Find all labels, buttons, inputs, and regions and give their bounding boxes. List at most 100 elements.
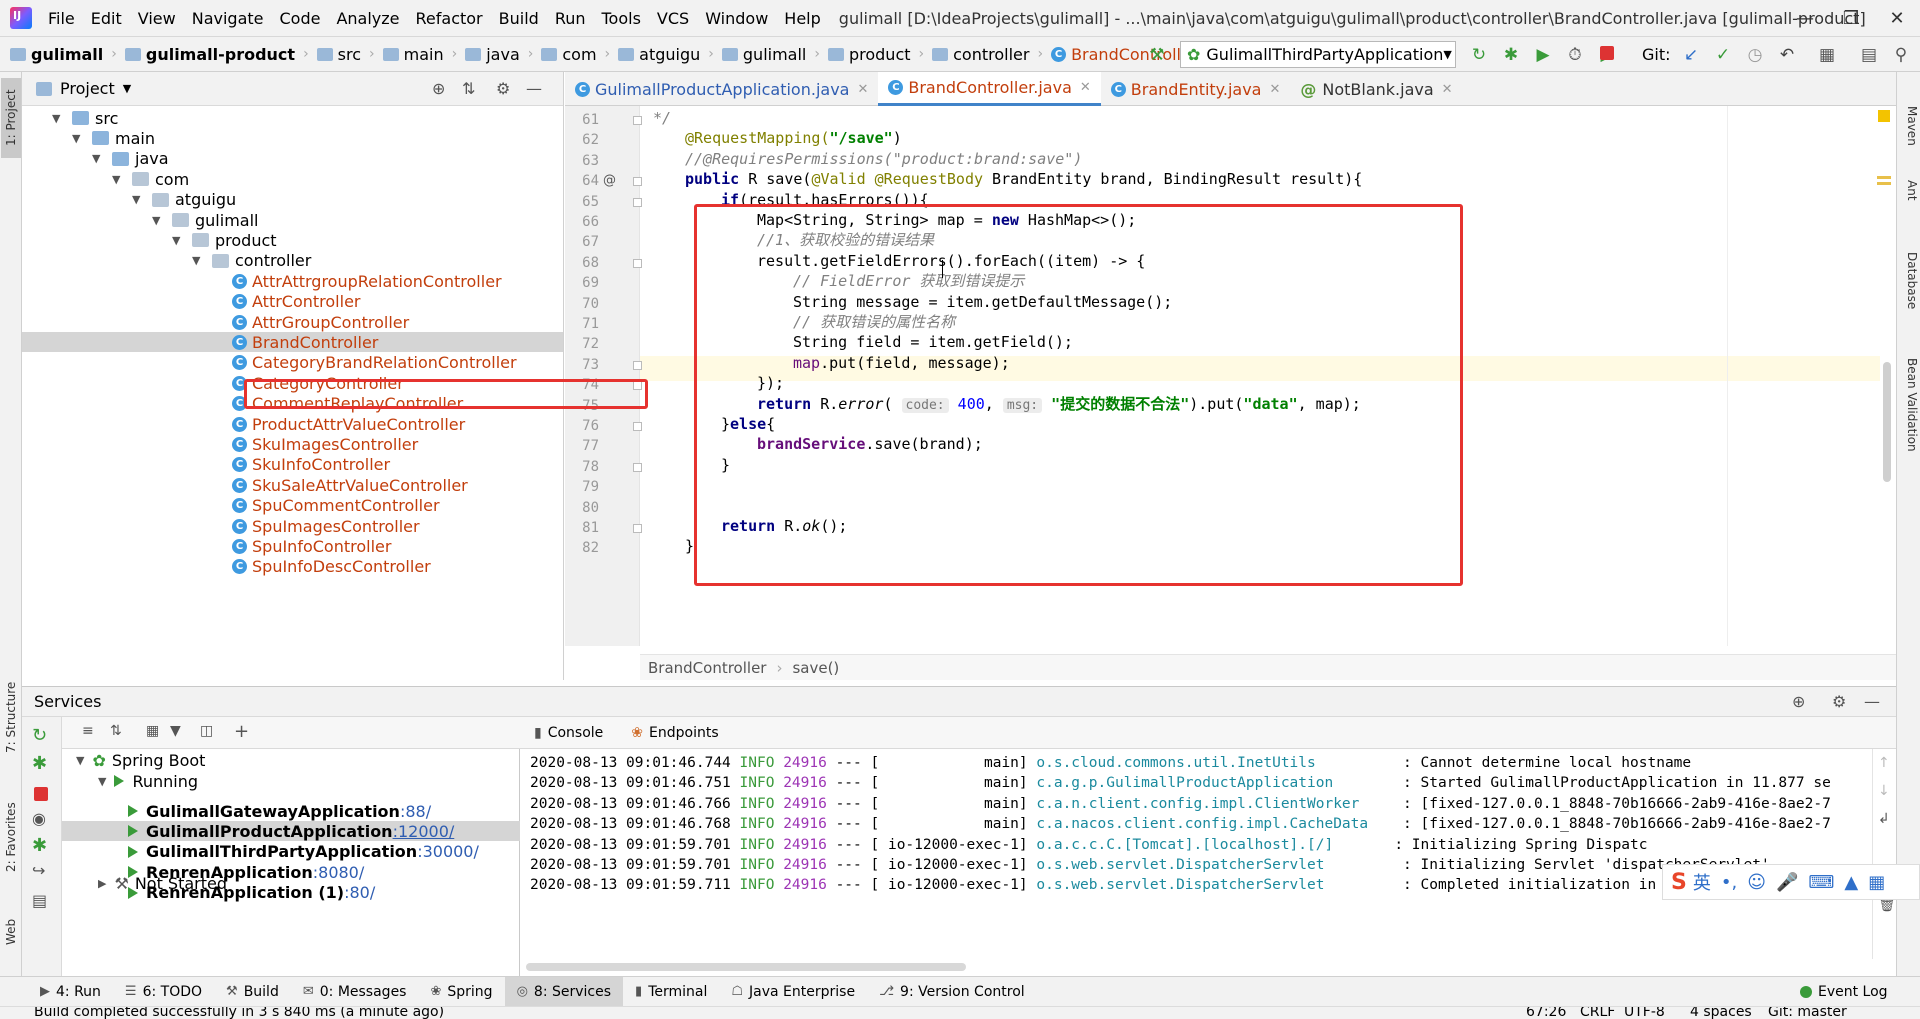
chevron-down-icon[interactable]: ▼ bbox=[123, 82, 131, 95]
tool-tab-structure[interactable]: 7: Structure bbox=[1, 672, 21, 762]
debug-icon[interactable]: ✱ bbox=[1500, 44, 1522, 66]
tool-tab-java-enterprise[interactable]: ☖ Java Enterprise bbox=[719, 984, 867, 1000]
tree-item-folder[interactable]: ▼ product bbox=[22, 230, 563, 250]
editor-tab-brandcontroller-java[interactable]: C BrandController.java ✕ bbox=[878, 72, 1101, 106]
tool-tab-8-services[interactable]: ◎ 8: Services bbox=[504, 976, 624, 1007]
close-tab-icon[interactable]: ✕ bbox=[1080, 80, 1091, 95]
tree-item-class[interactable]: C SkuInfoController bbox=[22, 455, 563, 475]
gear-icon[interactable]: ⚙ bbox=[496, 79, 510, 98]
add-service-icon[interactable]: + bbox=[234, 721, 249, 742]
tree-item-class[interactable]: C BrandController bbox=[22, 332, 563, 353]
expand-all-icon[interactable]: ≡ bbox=[82, 723, 94, 739]
soft-wrap-icon[interactable]: ↲ bbox=[1878, 811, 1890, 827]
editor-scrollbar[interactable] bbox=[1883, 362, 1891, 482]
menu-edit[interactable]: Edit bbox=[83, 9, 130, 28]
menu-view[interactable]: View bbox=[130, 9, 184, 28]
caret-position[interactable]: 67:26 bbox=[1526, 1007, 1566, 1019]
tree-node-spring-boot[interactable]: ▼ ✿ Spring Boot bbox=[62, 751, 520, 771]
close-icon[interactable]: ✕ bbox=[1874, 0, 1920, 36]
coverage-icon[interactable]: ▶ bbox=[1532, 44, 1554, 66]
camera-icon[interactable]: ◉ bbox=[32, 809, 46, 828]
tool-tab-project[interactable]: 1: Project bbox=[1, 78, 21, 158]
breadcrumb-product[interactable]: product › bbox=[824, 45, 928, 64]
service-port-link[interactable]: :88/ bbox=[400, 802, 431, 821]
scroll-down-icon[interactable]: ↓ bbox=[1878, 783, 1890, 799]
breadcrumb-class[interactable]: BrandController bbox=[648, 659, 766, 677]
menu-tools[interactable]: Tools bbox=[594, 9, 649, 28]
status-message[interactable]: Build completed successfully in 3 s 840 … bbox=[34, 1007, 444, 1019]
editor-tab-brandentity-java[interactable]: C BrandEntity.java ✕ bbox=[1101, 72, 1291, 106]
tool-tab-ant[interactable]: Ant bbox=[1899, 180, 1919, 201]
emoji-icon[interactable]: ☺ bbox=[1747, 872, 1766, 893]
tree-item-folder[interactable]: ▼ java bbox=[22, 149, 563, 169]
tool-tab-4-run[interactable]: ▶ 4: Run bbox=[28, 984, 113, 1000]
rerun-icon[interactable]: ↻ bbox=[32, 725, 47, 746]
git-history-icon[interactable]: ◷ bbox=[1744, 44, 1766, 66]
build-hammer-icon[interactable]: ⚒ bbox=[1146, 44, 1168, 66]
chevron-down-icon[interactable]: ▼ bbox=[152, 214, 166, 227]
minimize-icon[interactable]: — bbox=[1782, 0, 1828, 36]
editor-tab-notblank-java[interactable]: @ NotBlank.java ✕ bbox=[1290, 72, 1462, 106]
git-commit-icon[interactable]: ✓ bbox=[1712, 44, 1734, 66]
tree-item-class[interactable]: C SkuImagesController bbox=[22, 434, 563, 454]
scroll-up-icon[interactable]: ↑ bbox=[1878, 755, 1890, 771]
tree-item-folder[interactable]: ▼ com bbox=[22, 169, 563, 189]
service-port-link[interactable]: :30000/ bbox=[417, 842, 479, 861]
project-structure-icon[interactable]: ▦ bbox=[1816, 44, 1838, 66]
inspection-warning-icon[interactable] bbox=[1878, 110, 1890, 122]
tool-tab-maven[interactable]: Maven bbox=[1899, 106, 1919, 146]
breadcrumb-java[interactable]: java › bbox=[461, 45, 537, 64]
restore-icon[interactable]: ❐ bbox=[1828, 0, 1874, 36]
profile-icon[interactable]: ⏱ bbox=[1564, 44, 1586, 66]
editor-tab-gulimallproductapplication-java[interactable]: C GulimallProductApplication.java ✕ bbox=[565, 72, 878, 106]
line-separator[interactable]: CRLF bbox=[1580, 1007, 1615, 1019]
microphone-icon[interactable]: 🎤 bbox=[1776, 872, 1798, 893]
breadcrumb-gulimall[interactable]: gulimall › bbox=[6, 45, 121, 64]
breadcrumb-method[interactable]: save() bbox=[792, 659, 839, 677]
chevron-down-icon[interactable]: ▼ bbox=[72, 132, 86, 145]
collapse-all-icon[interactable]: ⇅ bbox=[462, 79, 475, 98]
menu-help[interactable]: Help bbox=[776, 9, 828, 28]
chevron-down-icon[interactable]: ▼ bbox=[172, 234, 186, 247]
tool-tab-web[interactable]: Web bbox=[1, 907, 21, 957]
menu-file[interactable]: File bbox=[40, 9, 83, 28]
chevron-down-icon[interactable]: ▼ bbox=[112, 173, 126, 186]
menu-navigate[interactable]: Navigate bbox=[184, 9, 272, 28]
locate-icon[interactable]: ⊕ bbox=[432, 79, 445, 98]
breadcrumb-com[interactable]: com › bbox=[537, 45, 614, 64]
menu-window[interactable]: Window bbox=[697, 9, 776, 28]
settings-globe-icon[interactable]: ⊕ bbox=[1792, 692, 1805, 711]
tree-item-class[interactable]: C SkuSaleAttrValueController bbox=[22, 475, 563, 495]
tool-tab-terminal[interactable]: ▮ Terminal bbox=[623, 984, 719, 1000]
tool-tab-database[interactable]: Database bbox=[1899, 252, 1919, 309]
tree-item-folder[interactable]: ▼ main bbox=[22, 128, 563, 148]
tree-item-class[interactable]: C SpuInfoController bbox=[22, 536, 563, 556]
breadcrumb-gulimall[interactable]: gulimall › bbox=[718, 45, 824, 64]
git-update-icon[interactable]: ↙ bbox=[1680, 44, 1702, 66]
tree-node-running[interactable]: ▼ Running bbox=[62, 771, 520, 791]
tool-tab-0-messages[interactable]: ✉ 0: Messages bbox=[291, 984, 419, 1000]
breadcrumb-src[interactable]: src › bbox=[313, 45, 379, 64]
breadcrumb-atguigu[interactable]: atguigu › bbox=[614, 45, 718, 64]
menu-run[interactable]: Run bbox=[547, 9, 594, 28]
layout-icon[interactable]: ▤ bbox=[1858, 44, 1880, 66]
collapse-all-icon[interactable]: ⇅ bbox=[110, 723, 122, 739]
rerun-icon[interactable]: ↻ bbox=[1468, 44, 1490, 66]
indent-setting[interactable]: 4 spaces bbox=[1690, 1007, 1752, 1019]
tree-item-folder[interactable]: ▼ gulimall bbox=[22, 210, 563, 230]
breadcrumb-controller[interactable]: controller › bbox=[928, 45, 1047, 64]
tree-item-class[interactable]: C SpuInfoDescController bbox=[22, 557, 563, 577]
chevron-down-icon[interactable]: ▼ bbox=[52, 112, 66, 125]
tool-tab-build[interactable]: ⚒ Build bbox=[214, 984, 291, 1000]
menu-vcs[interactable]: VCS bbox=[649, 9, 697, 28]
menu-analyze[interactable]: Analyze bbox=[328, 9, 407, 28]
stop-icon[interactable] bbox=[1600, 46, 1614, 60]
tree-item-class[interactable]: C AttrController bbox=[22, 292, 563, 312]
error-stripe-mark[interactable] bbox=[1877, 176, 1891, 179]
tree-item-class[interactable]: C SpuImagesController bbox=[22, 516, 563, 536]
service-item[interactable]: GulimallProductApplication:12000/ bbox=[62, 821, 520, 842]
skin-icon[interactable]: ▲ bbox=[1844, 872, 1858, 893]
tree-item-folder[interactable]: ▼ src bbox=[22, 108, 563, 128]
tree-item-folder[interactable]: ▼ atguigu bbox=[22, 190, 563, 210]
debug-icon[interactable]: ✱ bbox=[32, 835, 47, 856]
